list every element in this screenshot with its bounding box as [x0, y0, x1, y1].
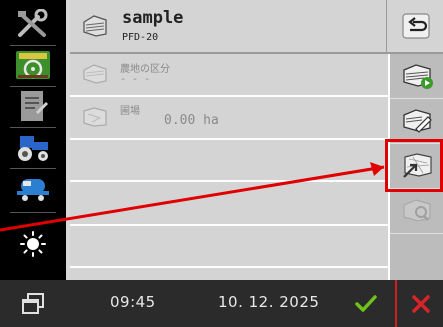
window-switch-icon — [22, 292, 44, 314]
confirm-button[interactable] — [342, 280, 390, 327]
header: sample PFD-20 — [70, 0, 443, 54]
area-value: 0.00 ha — [164, 113, 219, 128]
field-play-button[interactable] — [390, 54, 443, 99]
sidebar-divider — [10, 86, 56, 87]
status-bar: 09:45 10. 12. 2025 — [0, 280, 443, 327]
sidebar-divider — [10, 127, 56, 128]
return-arrow-icon — [401, 13, 430, 39]
row-value: - - - — [120, 74, 151, 85]
field-edit-button[interactable] — [390, 99, 443, 144]
close-x-icon — [412, 294, 430, 313]
field-map-icon — [82, 105, 108, 133]
list-item[interactable]: 圃場 0.00 ha — [70, 97, 388, 140]
row-label: 圃場 — [120, 106, 140, 117]
page-subtitle: PFD-20 — [122, 32, 159, 43]
field-notes-icon[interactable] — [10, 88, 56, 124]
field-document-icon — [82, 12, 108, 38]
page-title: sample — [122, 8, 184, 28]
tractor-dashboard-icon[interactable] — [10, 47, 56, 83]
clock-time: 09:45 — [110, 293, 156, 311]
field-edit-icon — [402, 109, 432, 133]
back-button[interactable] — [386, 0, 443, 52]
list-item[interactable]: 農地の区分 - - - — [70, 54, 388, 97]
cancel-button[interactable] — [395, 280, 443, 327]
clock-date: 10. 12. 2025 — [218, 293, 320, 311]
window-switch-button[interactable] — [0, 280, 66, 327]
row-label: 農地の区分 — [120, 64, 170, 75]
checkmark-icon — [355, 294, 377, 312]
field-play-icon — [402, 64, 433, 89]
sidebar-divider — [10, 45, 56, 46]
tools-icon[interactable] — [10, 6, 56, 42]
pointer-arrow — [0, 162, 385, 232]
field-search-icon — [402, 199, 431, 222]
field-category-icon — [82, 62, 108, 90]
